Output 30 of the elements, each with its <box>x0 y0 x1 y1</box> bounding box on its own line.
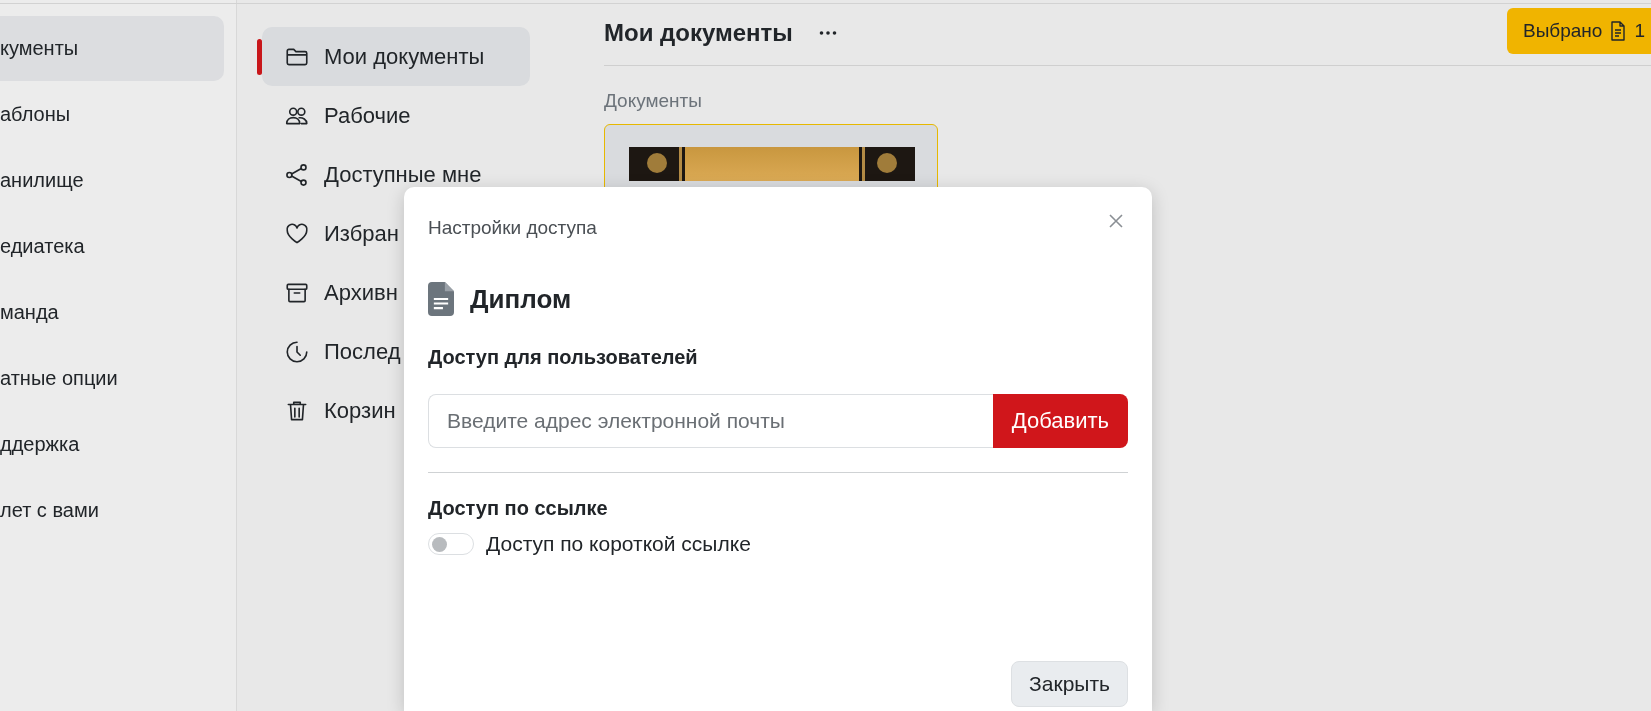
nav-item[interactable]: Рабочие <box>262 86 530 145</box>
sidebar-item[interactable]: манда <box>0 280 224 345</box>
sidebar-item[interactable]: ддержка <box>0 412 224 477</box>
nav-item[interactable]: Доступные мне <box>262 145 530 204</box>
toggle-switch[interactable] <box>428 533 474 555</box>
share-icon <box>284 161 310 188</box>
selected-button[interactable]: Выбрано 1 <box>1507 7 1651 54</box>
section-heading: Доступ для пользователей <box>428 346 699 369</box>
page-title: Мои документы <box>604 18 793 47</box>
section-heading: Доступ по ссылке <box>428 497 609 520</box>
document-name: Диплом <box>470 283 572 315</box>
toggle-label: Доступ по короткой ссылке <box>486 532 751 556</box>
add-button[interactable]: Добавить <box>992 394 1128 448</box>
document-icon <box>1610 20 1627 41</box>
sidebar-item[interactable]: лет с вами <box>0 478 224 543</box>
sidebar-item[interactable]: едиатека <box>0 214 224 279</box>
document-icon <box>428 282 454 316</box>
sidebar-item[interactable]: кументы <box>0 16 224 81</box>
sidebar-item[interactable]: анилище <box>0 148 224 213</box>
sidebar-item[interactable]: аблоны <box>0 82 224 147</box>
email-field[interactable]: Введите адрес электронной почты <box>428 394 993 448</box>
more-icon[interactable] <box>818 30 837 35</box>
section-title: Документы <box>604 90 702 112</box>
selection-bar <box>257 38 262 75</box>
dialog-title: Настройки доступа <box>428 217 597 239</box>
close-icon[interactable] <box>1108 213 1124 229</box>
close-button[interactable]: Закрыть <box>1011 661 1128 707</box>
nav-item[interactable]: Мои документы <box>262 27 530 86</box>
clock-icon <box>284 338 310 365</box>
sidebar-item[interactable]: атные опции <box>0 346 224 411</box>
